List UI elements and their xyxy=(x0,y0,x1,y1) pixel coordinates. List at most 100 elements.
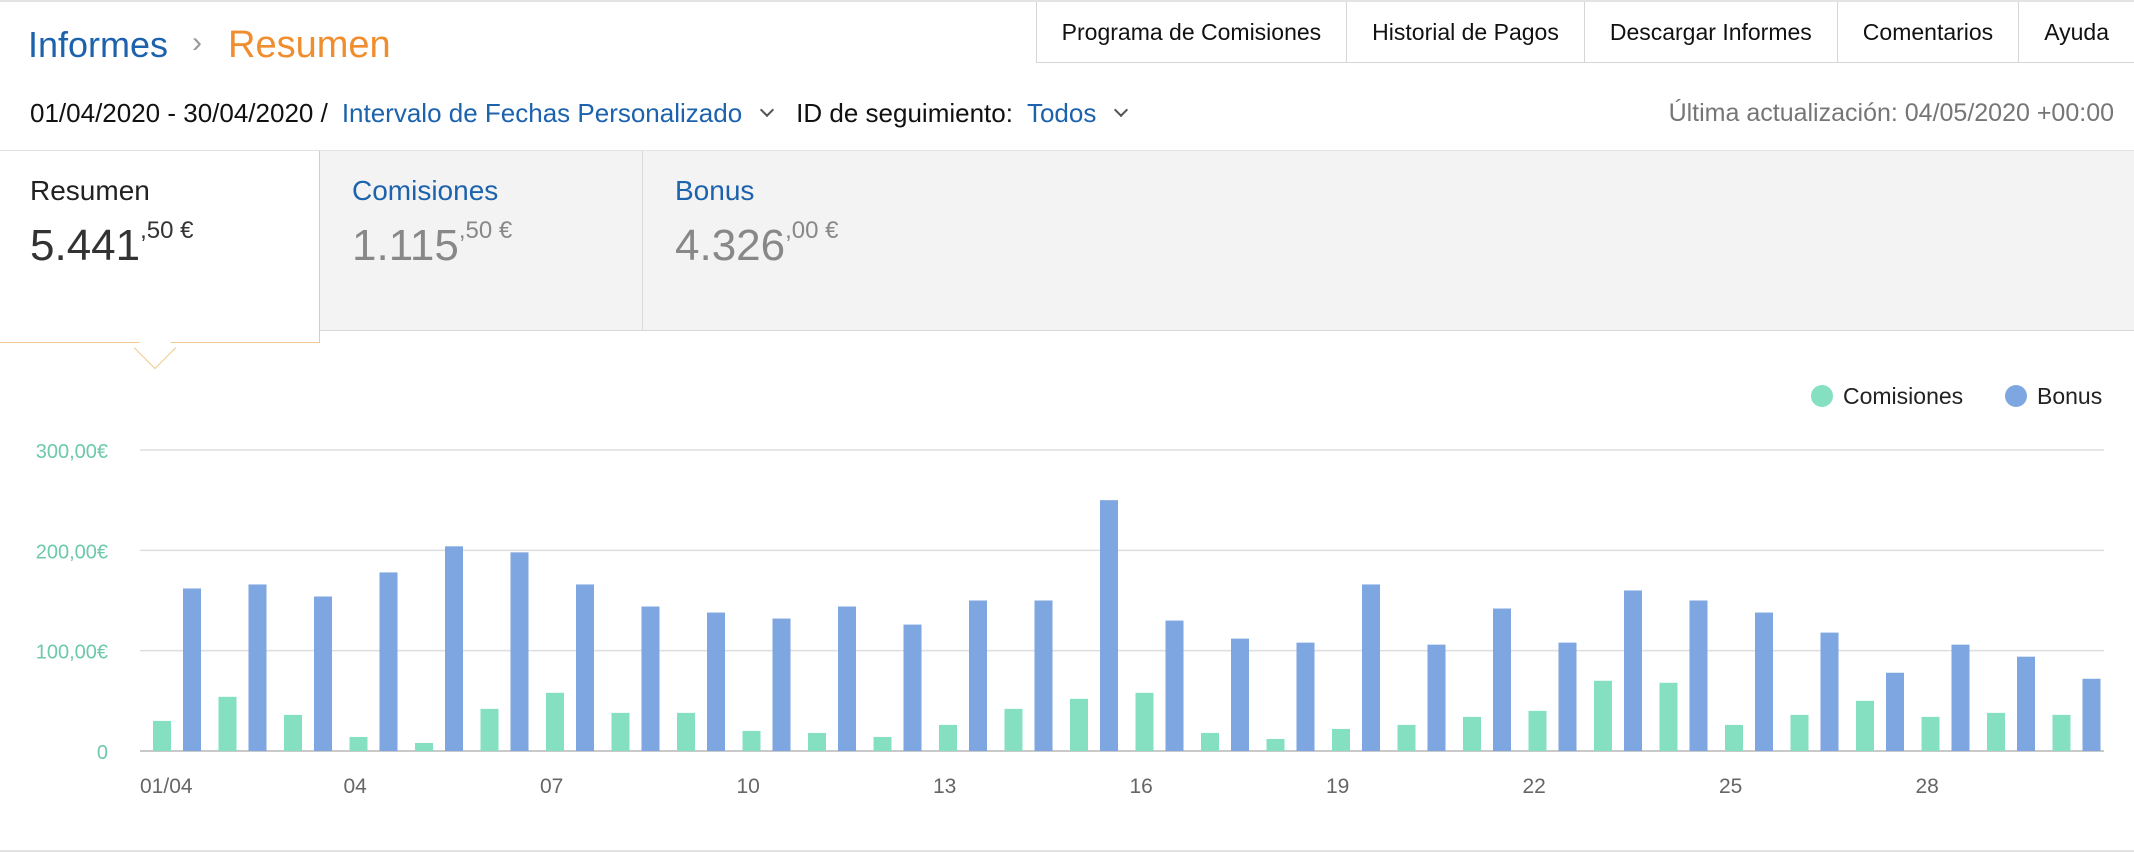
y-tick-label: 0 xyxy=(97,742,108,764)
bar-bonus xyxy=(510,552,529,751)
bar-bonus xyxy=(838,606,856,751)
legend-swatch-bonus-icon xyxy=(2005,385,2027,407)
bar-bonus xyxy=(1034,600,1053,751)
legend-label-bonus: Bonus xyxy=(2037,383,2102,409)
topnav-descargar-informes[interactable]: Descargar Informes xyxy=(1584,2,1838,62)
x-tick-label: 13 xyxy=(933,775,956,798)
x-tick-label: 19 xyxy=(1326,775,1349,798)
bar-bonus xyxy=(445,546,463,751)
topnav-ayuda[interactable]: Ayuda xyxy=(2019,2,2134,62)
bar-bonus xyxy=(1886,672,1904,751)
breadcrumb: Informes › Resumen xyxy=(28,22,391,68)
last-updated-text: Última actualización: 04/05/2020 +00:00 xyxy=(1668,98,2114,127)
bar-comisiones xyxy=(873,736,892,751)
bar-comisiones xyxy=(1070,698,1088,751)
legend-swatch-comisiones-icon xyxy=(1811,385,1833,407)
bar-bonus xyxy=(2017,656,2035,751)
tab-bonus[interactable]: Bonus 4.326,00 € xyxy=(643,151,1143,331)
bar-comisiones xyxy=(1856,700,1874,751)
y-tick-label: 200,00€ xyxy=(36,541,108,563)
bar-comisiones xyxy=(1004,708,1023,751)
bar-comisiones xyxy=(677,712,695,751)
amount-integer: 4.326 xyxy=(675,221,786,270)
bar-comisiones xyxy=(1332,728,1350,751)
bar-bonus xyxy=(183,588,201,751)
bar-bonus xyxy=(1427,644,1446,751)
bar-bonus xyxy=(903,624,922,751)
bar-comisiones xyxy=(1790,714,1809,751)
amount-decimal: ,50 € xyxy=(458,217,513,244)
bar-bonus xyxy=(1624,590,1642,751)
bar-bonus xyxy=(1755,612,1773,751)
earnings-bar-chart: 0 100,00€ 200,00€ 300,00€ 01/04 04 07 10 13 16 19 2… xyxy=(36,383,2104,798)
bar-bonus xyxy=(1689,600,1708,751)
bar-bonus xyxy=(248,584,267,751)
tab-amount: 1.115,50 € xyxy=(352,217,642,271)
bar-comisiones xyxy=(611,712,630,751)
bar-bonus xyxy=(1558,642,1577,751)
breadcrumb-informes-link[interactable]: Informes xyxy=(28,24,168,66)
filter-bar: 01/04/2020 - 30/04/2020 / Intervalo de F… xyxy=(30,96,1136,130)
amount-integer: 5.441 xyxy=(30,221,141,270)
bar-bonus xyxy=(1231,638,1249,751)
bar-bonus xyxy=(641,606,660,751)
x-tick-label: 04 xyxy=(344,775,368,798)
date-interval-dropdown[interactable]: Intervalo de Fechas Personalizado xyxy=(342,98,742,129)
bar-bonus xyxy=(1100,500,1118,751)
bar-bonus xyxy=(707,612,725,751)
bar-comisiones xyxy=(1528,710,1547,751)
bar-comisiones xyxy=(546,692,564,751)
bar-comisiones xyxy=(1921,716,1940,751)
topnav-historial-de-pagos[interactable]: Historial de Pagos xyxy=(1347,2,1585,62)
bar-bonus xyxy=(1493,608,1511,751)
report-page: Informes › Resumen Programa de Comisione… xyxy=(0,0,2134,852)
amount-decimal: ,50 € xyxy=(140,217,194,244)
x-tick-label: 01/04 xyxy=(140,775,193,798)
amount-integer: 1.115 xyxy=(352,221,459,270)
chevron-down-icon[interactable] xyxy=(1114,102,1129,118)
tab-title: Bonus xyxy=(675,175,755,206)
x-tick-label: 22 xyxy=(1523,775,1546,798)
x-tick-label: 07 xyxy=(540,775,563,798)
bar-comisiones xyxy=(153,720,171,751)
bar-bonus xyxy=(314,596,332,751)
date-range-text: 01/04/2020 - 30/04/2020 / xyxy=(30,97,328,128)
tracking-id-label: ID de seguimiento: xyxy=(796,97,1013,128)
bar-comisiones xyxy=(1594,680,1612,751)
topnav-comentarios[interactable]: Comentarios xyxy=(1837,2,2020,62)
tab-resumen[interactable]: Resumen 5.441,50 € xyxy=(0,151,320,370)
breadcrumb-current: Resumen xyxy=(228,23,391,66)
bar-comisiones xyxy=(1987,712,2005,751)
x-tick-label: 10 xyxy=(737,775,760,798)
bar-comisiones xyxy=(1135,692,1154,751)
bar-comisiones xyxy=(1201,732,1219,751)
bar-bonus xyxy=(969,600,987,751)
summary-tabs: Resumen 5.441,50 € Comisiones 1.115,50 €… xyxy=(0,150,2134,370)
bar-comisiones xyxy=(218,696,237,751)
bar-bonus xyxy=(1951,644,1970,751)
bar-bonus xyxy=(772,618,791,751)
tracking-id-dropdown[interactable]: Todos xyxy=(1027,98,1096,129)
bar-comisiones xyxy=(1266,738,1285,751)
bar-bonus xyxy=(1296,642,1315,751)
bar-bonus xyxy=(379,572,398,751)
topnav-programa-de-comisiones[interactable]: Programa de Comisiones xyxy=(1036,2,1348,62)
breadcrumb-separator-icon: › xyxy=(192,26,203,59)
x-tick-label: 16 xyxy=(1130,775,1153,798)
bar-comisiones xyxy=(1463,716,1481,751)
tab-comisiones[interactable]: Comisiones 1.115,50 € xyxy=(320,151,643,331)
tab-amount: 4.326,00 € xyxy=(675,217,1143,271)
bar-comisiones xyxy=(1397,724,1416,751)
tab-title: Comisiones xyxy=(352,175,499,206)
bar-comisiones xyxy=(349,736,368,751)
y-tick-label: 100,00€ xyxy=(36,642,108,664)
bar-bonus xyxy=(1820,632,1839,751)
bar-comisiones xyxy=(415,742,433,751)
bar-comisiones xyxy=(284,714,302,751)
chevron-down-icon[interactable] xyxy=(760,102,775,118)
bar-comisiones xyxy=(2052,714,2071,751)
y-tick-label: 300,00€ xyxy=(36,441,108,463)
top-nav: Programa de Comisiones Historial de Pago… xyxy=(1035,2,2134,63)
amount-decimal: ,00 € xyxy=(785,217,839,244)
x-tick-label: 25 xyxy=(1719,775,1742,798)
